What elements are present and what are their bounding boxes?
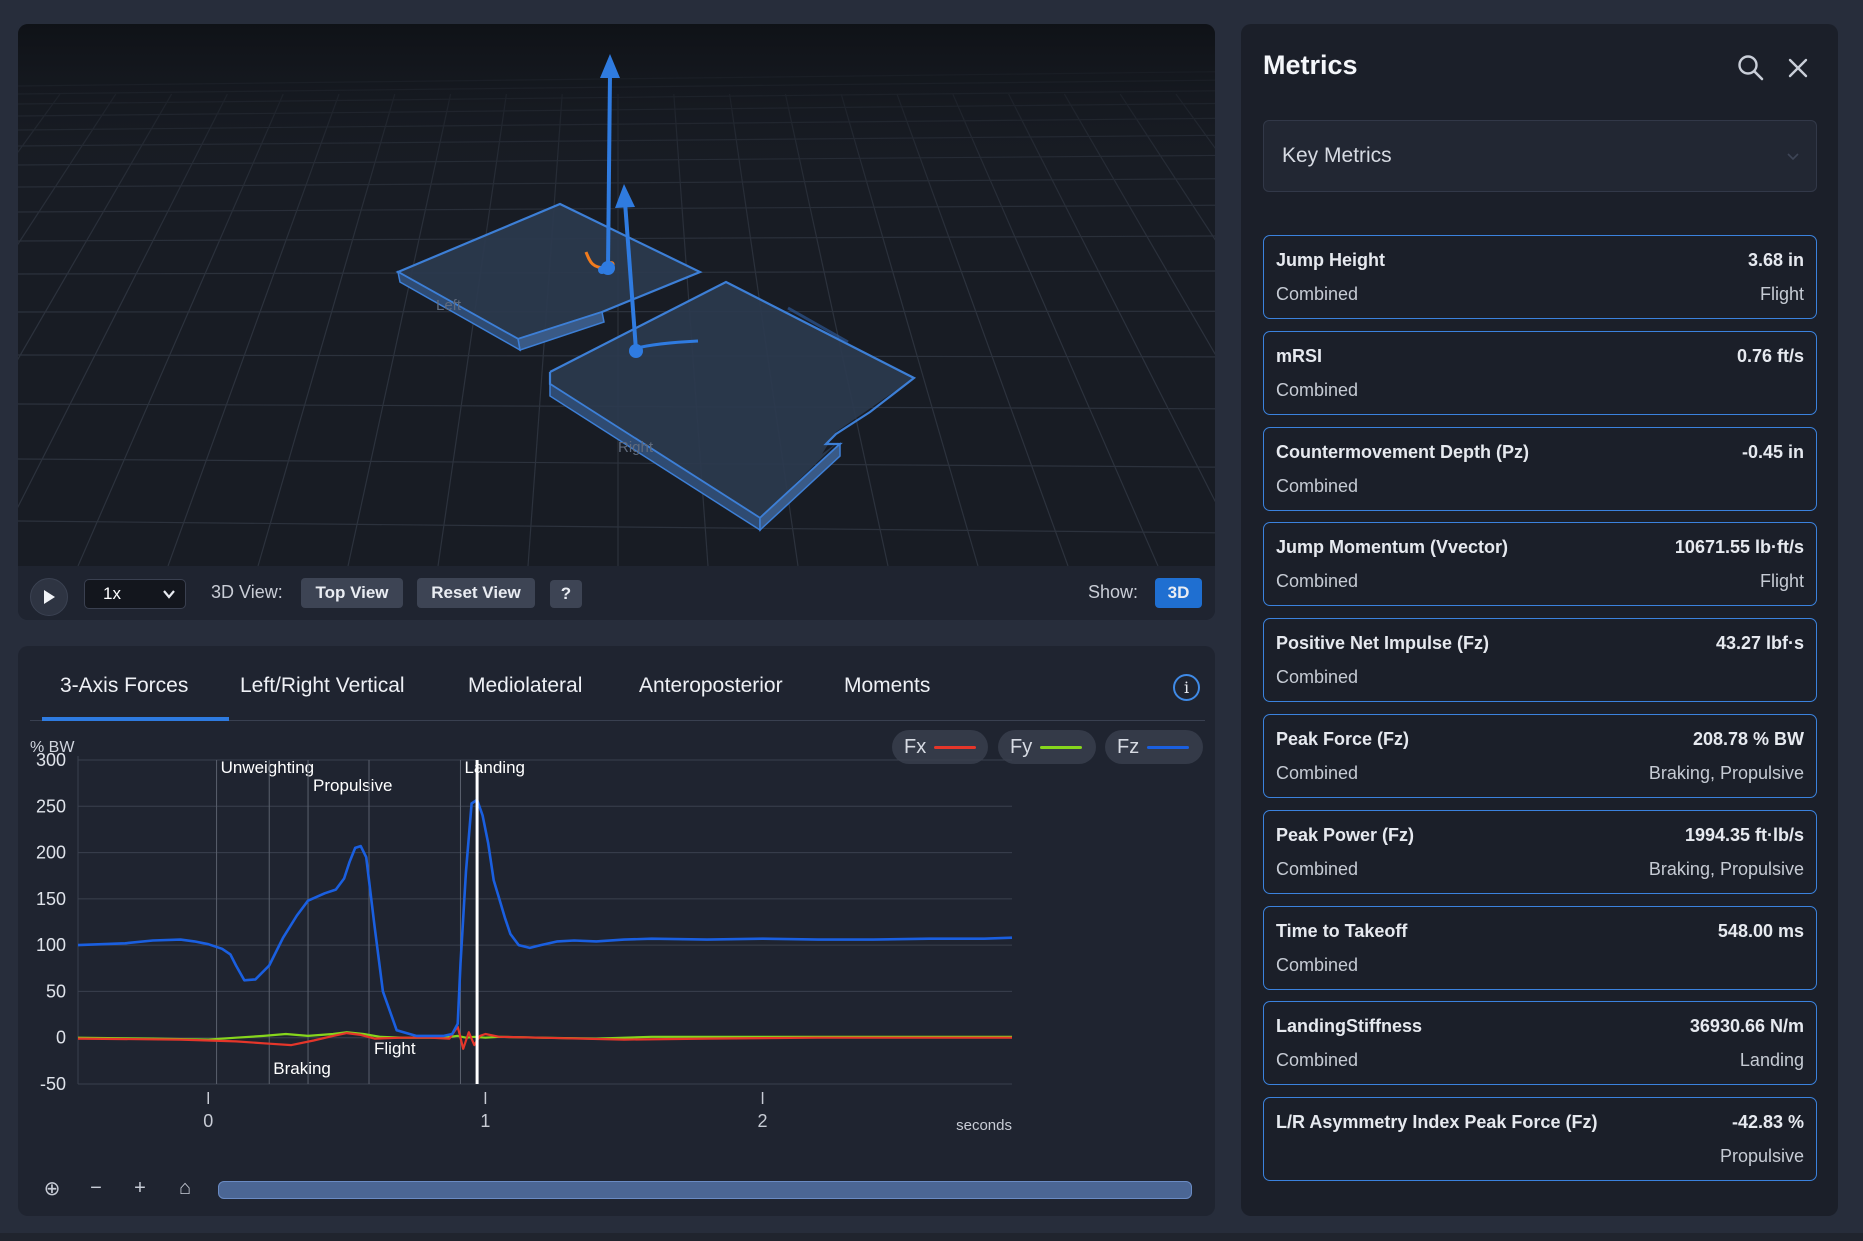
metric-card[interactable]: Jump Height 3.68 in Combined Flight [1263, 235, 1817, 319]
metric-card[interactable]: Countermovement Depth (Pz) -0.45 in Combin… [1263, 427, 1817, 511]
metric-value: 10671.55 lb·ft/s [1674, 537, 1804, 557]
close-icon[interactable] [1787, 57, 1809, 79]
3d-view-label: 3D View: [211, 582, 283, 602]
metric-source: Combined [1276, 859, 1359, 879]
metric-source: Combined [1276, 476, 1359, 496]
x-axis-label: seconds [956, 1117, 1012, 1134]
metric-phase: Landing [1739, 1050, 1804, 1070]
show-3d-toggle[interactable]: 3D [1155, 578, 1202, 608]
metric-card[interactable]: Time to Takeoff 548.00 ms Combined [1263, 906, 1817, 990]
metric-source: Combined [1276, 667, 1359, 687]
metric-source: Combined [1276, 763, 1359, 783]
bottom-strip [0, 1233, 1863, 1241]
metric-name: Countermovement Depth (Pz) [1276, 442, 1530, 462]
metric-phase: Flight [1759, 571, 1804, 591]
play-icon [44, 590, 55, 604]
phase-label: Braking [273, 1059, 331, 1078]
y-tick-label: 100 [36, 935, 66, 955]
metric-source: Combined [1276, 571, 1359, 591]
metric-name: L/R Asymmetry Index Peak Force (Fz) [1276, 1112, 1598, 1132]
help-button[interactable]: ? [550, 580, 582, 608]
top-view-button[interactable]: Top View [301, 578, 403, 608]
phase-label: Propulsive [313, 776, 392, 795]
y-tick-label: -50 [40, 1074, 66, 1094]
metric-value: -42.83 % [1731, 1112, 1804, 1132]
metrics-title: Metrics [1263, 50, 1358, 80]
chevron-down-icon [163, 590, 175, 599]
show-label: Show: [1088, 582, 1139, 602]
metric-name: Positive Net Impulse (Fz) [1276, 633, 1490, 653]
3d-scene[interactable]: Left Right [18, 24, 1215, 567]
series-line-fz [77, 798, 1013, 1038]
metric-name: Jump Height [1276, 250, 1386, 270]
time-range-scrollbar[interactable] [218, 1181, 1192, 1199]
metric-source: Combined [1276, 380, 1359, 400]
home-icon[interactable]: ⌂ [173, 1176, 197, 1200]
y-tick-label: 250 [36, 796, 66, 816]
right-plate-label: Right [618, 439, 654, 456]
metric-phase: Flight [1759, 284, 1804, 304]
x-tick-label: 1 [480, 1111, 490, 1131]
x-tick-label: 2 [758, 1111, 768, 1131]
right-force-plate: Right [548, 280, 917, 532]
phase-label: Unweighting [221, 758, 315, 777]
chevron-down-icon [1787, 153, 1799, 161]
force-plate-3d-viewer: Left Right 1x 3D View: Top View Reset Vi… [18, 24, 1215, 620]
metric-source: Combined [1276, 955, 1359, 975]
3d-scene-canvas[interactable]: Left Right [18, 24, 1215, 567]
metric-card[interactable]: L/R Asymmetry Index Peak Force (Fz) -42.8… [1263, 1097, 1817, 1181]
metric-value: 1994.35 ft·lb/s [1684, 825, 1804, 845]
viewer-controls: 1x 3D View: Top View Reset View ? Show: … [18, 566, 1215, 620]
metric-value: 43.27 lbf·s [1715, 633, 1804, 653]
metric-phase: Propulsive [1719, 1146, 1804, 1166]
phase-label: Landing [464, 758, 525, 777]
metric-name: mRSI [1276, 346, 1323, 366]
y-tick-label: 300 [36, 750, 66, 770]
reset-view-button[interactable]: Reset View [417, 578, 535, 608]
metric-card[interactable]: Positive Net Impulse (Fz) 43.27 lbf·s Comb… [1263, 618, 1817, 702]
metric-card[interactable]: mRSI 0.76 ft/s Combined [1263, 331, 1817, 415]
metric-name: Peak Force (Fz) [1276, 729, 1410, 749]
metric-card[interactable]: Peak Power (Fz) 1994.35 ft·lb/s Combined Br… [1263, 810, 1817, 894]
chart-toolbar: ⊕ − + ⌂ [18, 1168, 1215, 1208]
playback-speed-value: 1x [103, 584, 121, 603]
metric-value: 36930.66 N/m [1689, 1016, 1804, 1036]
zoom-in-button[interactable]: + [128, 1176, 152, 1200]
play-button[interactable] [30, 578, 68, 616]
metric-value: 0.76 ft/s [1736, 346, 1804, 366]
metric-value: -0.45 in [1741, 442, 1804, 462]
metric-card[interactable]: LandingStiffness 36930.66 N/m Combined Land… [1263, 1001, 1817, 1085]
left-plate-label: Left [436, 297, 462, 314]
metric-source: Combined [1276, 284, 1359, 304]
metric-value: 208.78 % BW [1692, 729, 1804, 749]
force-chart-panel: 3-Axis Forces Left/Right Vertical Mediol… [18, 646, 1215, 1216]
y-tick-label: 0 [56, 1028, 66, 1048]
x-tick-label: 0 [203, 1111, 213, 1131]
phase-label: Flight [374, 1039, 416, 1058]
metric-name: Time to Takeoff [1276, 921, 1408, 941]
metric-name: Peak Power (Fz) [1276, 825, 1415, 845]
metric-name: Jump Momentum (Vvector) [1276, 537, 1509, 557]
metric-card[interactable]: Jump Momentum (Vvector) 10671.55 lb·ft/s C… [1263, 522, 1817, 606]
playback-speed-select[interactable]: 1x [84, 579, 186, 609]
y-tick-label: 150 [36, 889, 66, 909]
metric-value: 548.00 ms [1717, 921, 1804, 941]
y-tick-label: 50 [46, 981, 66, 1001]
metric-set-value: Key Metrics [1282, 144, 1392, 167]
metric-card[interactable]: Peak Force (Fz) 208.78 % BW Combined Brakin… [1263, 714, 1817, 798]
search-icon[interactable] [1737, 54, 1765, 82]
metric-phase: Braking, Propulsive [1648, 763, 1804, 783]
zoom-icon[interactable]: ⊕ [40, 1176, 64, 1200]
metric-value: 3.68 in [1747, 250, 1804, 270]
metric-name: LandingStiffness [1276, 1016, 1423, 1036]
force-time-chart[interactable]: % BW300250200150100500-500 1 2 secondsUnwei… [18, 646, 1215, 1166]
metric-set-dropdown[interactable]: Key Metrics [1263, 120, 1817, 192]
metrics-panel: Metrics Key Metrics Jump Height 3.68 in Co… [1241, 24, 1838, 1216]
zoom-out-button[interactable]: − [84, 1176, 108, 1200]
metric-source: Combined [1276, 1050, 1359, 1070]
y-tick-label: 200 [36, 843, 66, 863]
metric-phase: Braking, Propulsive [1648, 859, 1804, 879]
